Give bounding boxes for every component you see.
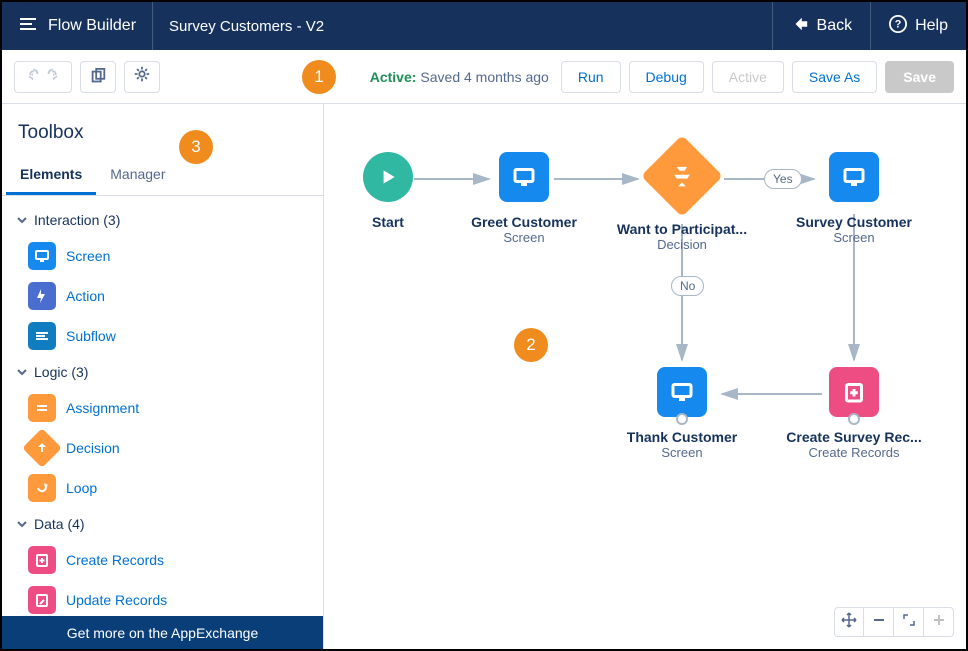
callout-3: 3: [179, 130, 213, 164]
palette-item-update-records[interactable]: Update Records: [2, 580, 323, 616]
palette-item-assignment[interactable]: Assignment: [2, 388, 323, 428]
minus-icon: [872, 613, 886, 632]
tab-manager[interactable]: Manager: [96, 156, 179, 195]
node-survey-label: Survey Customer: [774, 214, 934, 230]
node-greet-customer[interactable]: Greet Customer Screen: [444, 152, 604, 245]
tab-elements[interactable]: Elements: [6, 156, 96, 195]
create-records-icon: [28, 546, 56, 574]
screen-icon: [28, 242, 56, 270]
zoom-fit-button[interactable]: [894, 607, 924, 637]
decision-icon: [22, 428, 62, 468]
create-records-icon: [829, 367, 879, 417]
palette-item-create-records[interactable]: Create Records: [2, 540, 323, 580]
help-label: Help: [915, 17, 948, 35]
chevron-down-icon: [16, 518, 28, 530]
node-survey-sub: Screen: [774, 230, 934, 245]
loop-icon: [28, 474, 56, 502]
svg-text:?: ?: [895, 18, 902, 30]
undo-button[interactable]: [24, 65, 42, 88]
pan-button[interactable]: [834, 607, 864, 637]
category-data[interactable]: Data (4): [2, 508, 323, 540]
active-button: Active: [712, 61, 784, 93]
palette-item-subflow[interactable]: Subflow: [2, 316, 323, 356]
node-thank-label: Thank Customer: [602, 429, 762, 445]
zoom-toolbar: [834, 607, 954, 637]
top-bar: Flow Builder Survey Customers - V2 Back …: [2, 2, 966, 50]
zoom-out-button[interactable]: [864, 607, 894, 637]
copy-button[interactable]: [80, 61, 116, 93]
toolbox-sidebar: Toolbox Elements Manager Interaction (3)…: [2, 104, 324, 649]
callout-2: 2: [514, 328, 548, 362]
node-port[interactable]: [676, 413, 688, 425]
node-survey-customer[interactable]: Survey Customer Screen: [774, 152, 934, 245]
plus-icon: [932, 613, 946, 632]
screen-icon: [499, 152, 549, 202]
app-name: Flow Builder: [48, 17, 136, 35]
screen-icon: [657, 367, 707, 417]
node-want-label: Want to Participat...: [602, 221, 762, 237]
node-greet-sub: Screen: [444, 230, 604, 245]
status-label: Active:: [370, 69, 417, 85]
callout-1: 1: [302, 60, 336, 94]
category-interaction[interactable]: Interaction (3): [2, 204, 323, 236]
node-port[interactable]: [848, 413, 860, 425]
debug-button[interactable]: Debug: [629, 61, 704, 93]
node-want-sub: Decision: [602, 237, 762, 252]
palette-item-action[interactable]: Action: [2, 276, 323, 316]
appexchange-button[interactable]: Get more on the AppExchange: [2, 616, 323, 649]
edge-label-no: No: [671, 276, 704, 296]
gear-icon: [133, 65, 151, 88]
zoom-in-button[interactable]: [924, 607, 954, 637]
node-create-label: Create Survey Rec...: [774, 429, 934, 445]
status-text: Saved 4 months ago: [420, 69, 548, 85]
palette-item-decision[interactable]: Decision: [2, 428, 323, 468]
button-bar: Active: Saved 4 months ago Run Debug Act…: [2, 50, 966, 104]
node-greet-label: Greet Customer: [444, 214, 604, 230]
chevron-down-icon: [16, 214, 28, 226]
toolbox-title: Toolbox: [2, 104, 323, 156]
start-icon: [363, 152, 413, 202]
screen-icon: [829, 152, 879, 202]
node-want-participate[interactable]: Want to Participat... Decision: [602, 147, 762, 252]
node-create-survey-records[interactable]: Create Survey Rec... Create Records: [774, 367, 934, 460]
node-thank-sub: Screen: [602, 445, 762, 460]
node-thank-customer[interactable]: Thank Customer Screen: [602, 367, 762, 460]
contract-icon: [902, 613, 916, 632]
action-icon: [28, 282, 56, 310]
move-icon: [841, 612, 857, 633]
update-records-icon: [28, 586, 56, 614]
save-button[interactable]: Save: [885, 61, 954, 93]
flow-builder-icon: [18, 14, 48, 39]
question-icon: ?: [889, 15, 907, 38]
flow-title: Survey Customers - V2: [153, 2, 771, 50]
settings-button[interactable]: [124, 61, 160, 93]
back-button[interactable]: Back: [772, 2, 871, 50]
flow-canvas[interactable]: Yes No Start Greet Customer Screen: [324, 104, 966, 649]
subflow-icon: [28, 322, 56, 350]
save-as-button[interactable]: Save As: [792, 61, 877, 93]
palette-item-screen[interactable]: Screen: [2, 236, 323, 276]
assignment-icon: [28, 394, 56, 422]
palette: Interaction (3) Screen Action Subflow Lo…: [2, 196, 323, 616]
undo-redo-group: [14, 61, 72, 93]
decision-icon: [641, 135, 723, 217]
category-logic[interactable]: Logic (3): [2, 356, 323, 388]
arrow-left-icon: [791, 15, 809, 38]
palette-item-loop[interactable]: Loop: [2, 468, 323, 508]
toolbox-tabs: Elements Manager: [2, 156, 323, 196]
app-brand: Flow Builder: [2, 2, 153, 50]
node-create-sub: Create Records: [774, 445, 934, 460]
run-button[interactable]: Run: [561, 61, 621, 93]
help-button[interactable]: ? Help: [870, 2, 966, 50]
redo-button[interactable]: [44, 65, 62, 88]
back-label: Back: [817, 17, 853, 35]
chevron-down-icon: [16, 366, 28, 378]
